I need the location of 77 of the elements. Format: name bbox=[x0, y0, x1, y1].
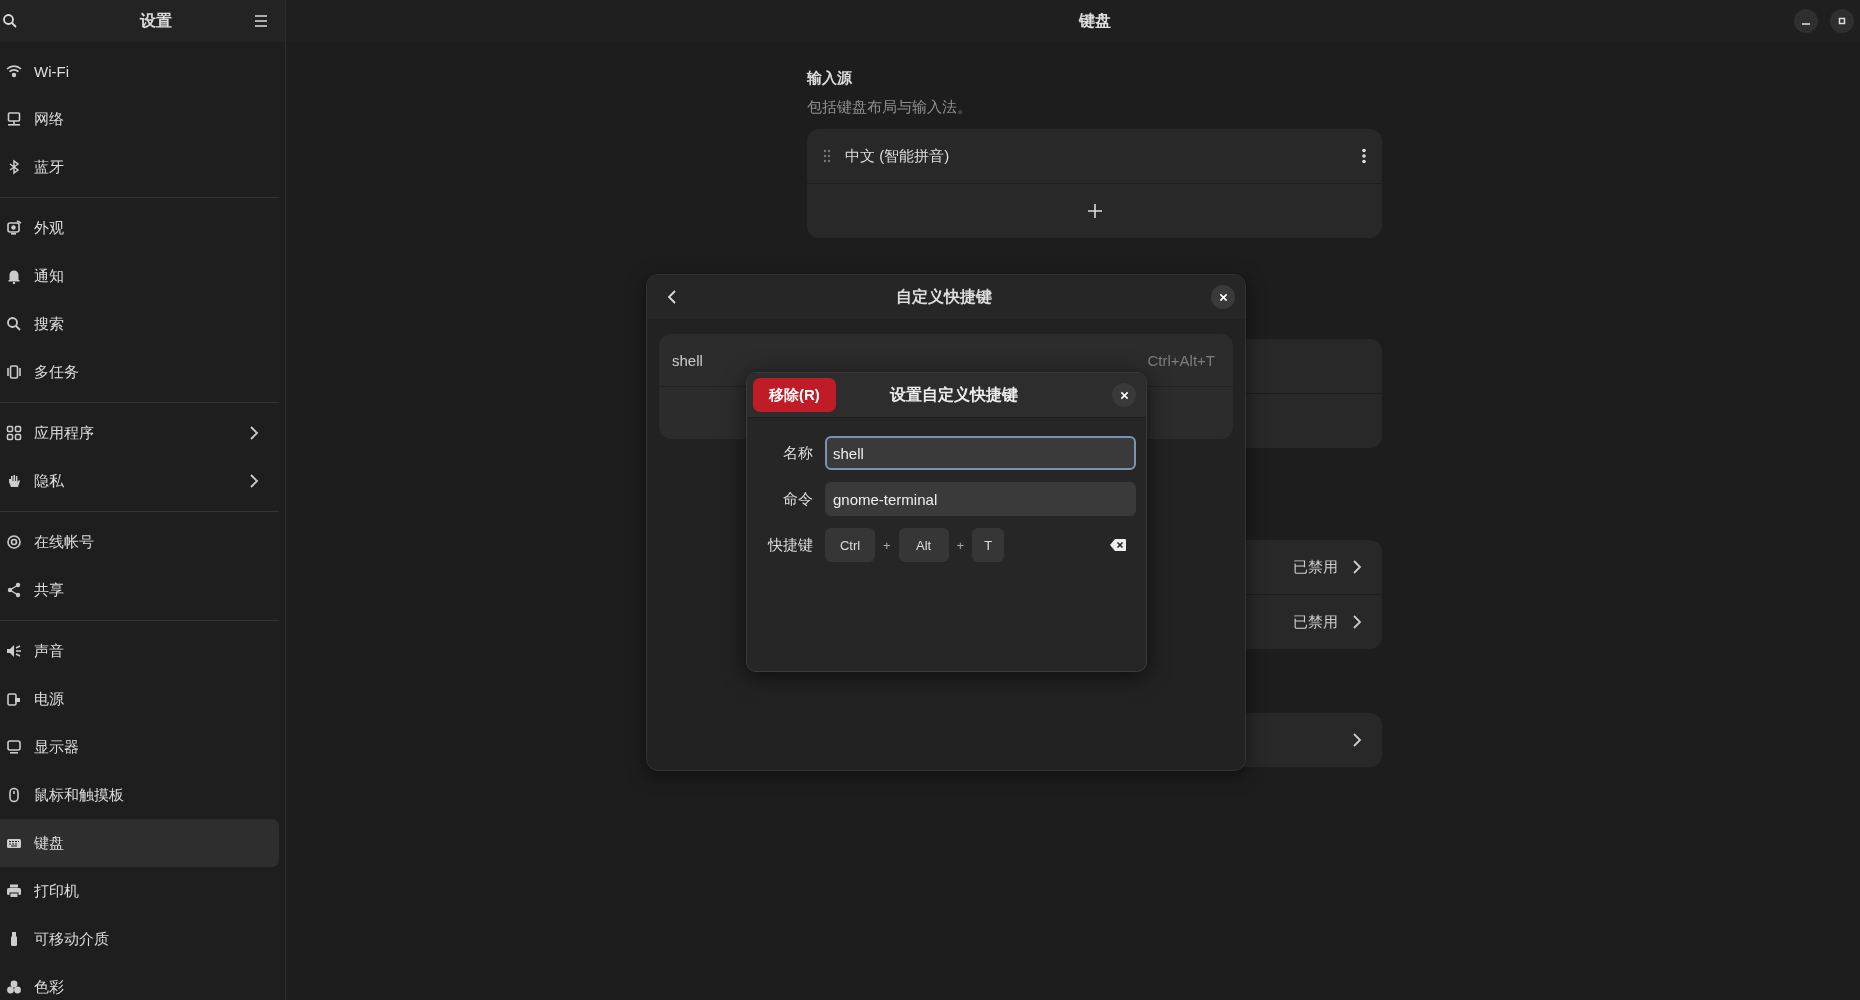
key-cap: Ctrl bbox=[825, 528, 875, 562]
share-icon bbox=[6, 582, 22, 598]
input-source-label: 中文 (智能拼音) bbox=[845, 146, 951, 166]
page-title: 键盘 bbox=[1079, 10, 1111, 31]
chevron-right-icon bbox=[1352, 614, 1362, 630]
sidebar-item[interactable]: Wi-Fi bbox=[0, 47, 279, 95]
sidebar-item[interactable]: 蓝牙 bbox=[0, 143, 279, 191]
close-icon bbox=[1218, 292, 1228, 302]
sidebar-item[interactable]: 应用程序 bbox=[0, 409, 279, 457]
row-value: 已禁用 bbox=[1293, 557, 1338, 577]
section-heading: 输入源 bbox=[807, 69, 853, 88]
input-field[interactable]: gnome-terminal bbox=[825, 482, 1136, 516]
backspace-icon[interactable] bbox=[1110, 539, 1126, 551]
sidebar-title: 设置 bbox=[139, 10, 172, 31]
bell-icon bbox=[6, 268, 22, 284]
sidebar-item[interactable]: 鼠标和触摸板 bbox=[0, 771, 279, 819]
search-icon[interactable] bbox=[2, 13, 18, 29]
sidebar-item[interactable]: 色彩 bbox=[0, 963, 279, 1000]
dialog-title: 自定义快捷键 bbox=[896, 286, 992, 307]
printer-icon bbox=[6, 883, 22, 899]
back-icon[interactable] bbox=[667, 289, 677, 305]
hand-icon bbox=[6, 473, 22, 489]
network-icon bbox=[6, 111, 22, 127]
mouse-icon bbox=[6, 787, 22, 803]
maximize-button[interactable] bbox=[1830, 9, 1854, 33]
sidebar-item[interactable]: 可移动介质 bbox=[0, 915, 279, 963]
input-field[interactable]: shell bbox=[825, 436, 1136, 470]
chevron-right-icon bbox=[249, 425, 259, 441]
chevron-right-icon bbox=[1352, 732, 1362, 748]
sidebar-item[interactable]: 声音 bbox=[0, 627, 279, 675]
search-icon bbox=[6, 316, 22, 332]
dialog-title: 设置自定义快捷键 bbox=[888, 384, 1019, 405]
sidebar-item[interactable]: 多任务 bbox=[0, 348, 279, 396]
close-button[interactable] bbox=[1112, 383, 1136, 407]
sidebar-item[interactable]: 打印机 bbox=[0, 867, 279, 915]
section-subtitle: 包括键盘布局与输入法。 bbox=[807, 98, 973, 117]
close-button[interactable] bbox=[1211, 285, 1235, 309]
key-cap: Alt bbox=[898, 528, 949, 562]
menu-icon[interactable] bbox=[253, 13, 269, 29]
field-label: 快捷键 bbox=[766, 535, 813, 555]
appearance-icon bbox=[6, 220, 22, 236]
maximize-icon bbox=[1837, 16, 1847, 26]
multitasking-icon bbox=[6, 364, 22, 380]
sidebar-item[interactable]: 键盘 bbox=[0, 819, 279, 867]
close-icon bbox=[1119, 390, 1129, 400]
field-label: 命令 bbox=[782, 489, 813, 509]
sidebar-item[interactable]: 显示器 bbox=[0, 723, 279, 771]
wifi-icon bbox=[6, 63, 22, 79]
sidebar-item[interactable]: 隐私 bbox=[0, 457, 279, 505]
shortcut-keys: Ctrl+Alt+T bbox=[1147, 351, 1215, 369]
sidebar-item[interactable]: 外观 bbox=[0, 204, 279, 252]
sidebar-item[interactable]: 搜索 bbox=[0, 300, 279, 348]
chevron-right-icon bbox=[249, 473, 259, 489]
sidebar-item[interactable]: 共享 bbox=[0, 566, 279, 614]
drag-handle-icon[interactable] bbox=[823, 149, 831, 163]
color-icon bbox=[6, 979, 22, 995]
row-value: 已禁用 bbox=[1293, 612, 1338, 632]
sidebar-item[interactable]: 电源 bbox=[0, 675, 279, 723]
monitor-icon bbox=[6, 739, 22, 755]
speaker-icon bbox=[6, 643, 22, 659]
plus-sign: + bbox=[883, 537, 891, 553]
minimize-icon bbox=[1802, 23, 1810, 25]
field-label: 名称 bbox=[782, 443, 813, 463]
minimize-button[interactable] bbox=[1794, 9, 1818, 33]
settings-row[interactable]: 已禁用 bbox=[807, 595, 1382, 649]
more-options-icon[interactable] bbox=[1362, 148, 1366, 164]
shortcut-name: shell bbox=[672, 351, 703, 369]
add-icon[interactable] bbox=[1086, 203, 1103, 219]
input-source-row[interactable]: 中文 (智能拼音) bbox=[807, 129, 1382, 184]
plus-sign: + bbox=[956, 537, 965, 553]
sidebar-item[interactable]: 通知 bbox=[0, 252, 279, 300]
sidebar-item[interactable]: 网络 bbox=[0, 95, 279, 143]
remove-button[interactable]: 移除(R) bbox=[753, 378, 836, 412]
sidebar-item[interactable]: 在线帐号 bbox=[0, 518, 279, 566]
chevron-right-icon bbox=[1352, 559, 1362, 575]
grid-icon bbox=[6, 425, 22, 441]
key-cap: T bbox=[972, 528, 1005, 562]
